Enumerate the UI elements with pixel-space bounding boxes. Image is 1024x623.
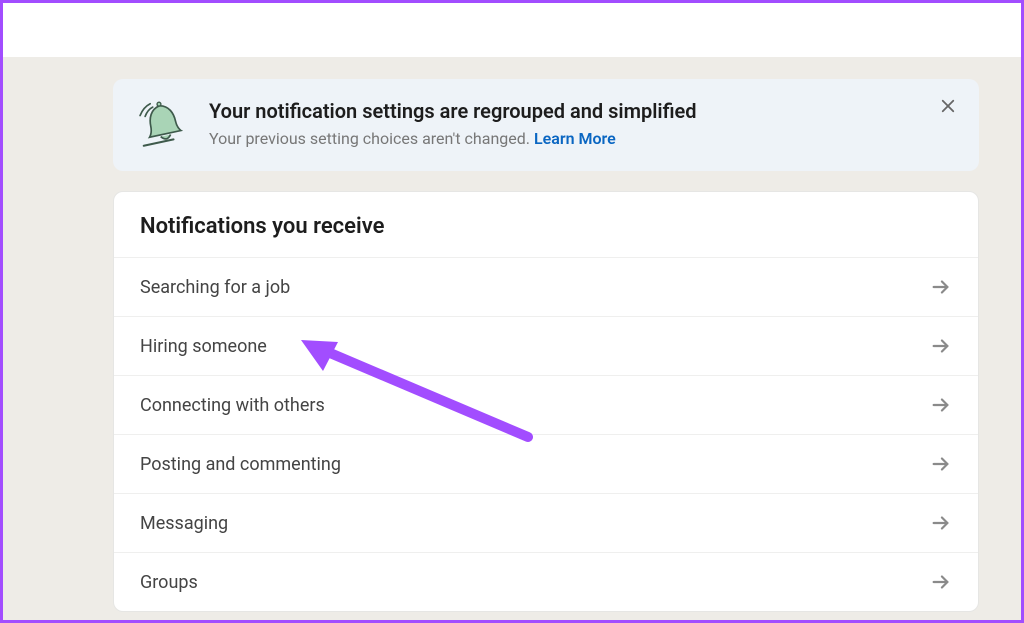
bell-icon	[135, 97, 189, 151]
row-hiring-someone[interactable]: Hiring someone	[114, 316, 978, 375]
row-connecting-with-others[interactable]: Connecting with others	[114, 375, 978, 434]
notifications-card: Notifications you receive Searching for …	[113, 191, 979, 612]
arrow-right-icon	[930, 453, 952, 475]
arrow-right-icon	[930, 571, 952, 593]
row-label: Hiring someone	[140, 336, 267, 357]
arrow-right-icon	[930, 512, 952, 534]
banner-subtext-line: Your previous setting choices aren't cha…	[209, 129, 957, 148]
row-label: Searching for a job	[140, 277, 290, 298]
arrow-right-icon	[930, 276, 952, 298]
row-label: Messaging	[140, 513, 228, 534]
row-searching-for-a-job[interactable]: Searching for a job	[114, 257, 978, 316]
content-area: Your notification settings are regrouped…	[3, 57, 1021, 620]
banner-subtext: Your previous setting choices aren't cha…	[209, 129, 534, 148]
banner-text: Your notification settings are regrouped…	[209, 97, 957, 148]
row-groups[interactable]: Groups	[114, 552, 978, 611]
close-banner-button[interactable]	[935, 93, 961, 119]
learn-more-link[interactable]: Learn More	[534, 129, 616, 148]
page-root: Your notification settings are regrouped…	[3, 3, 1021, 620]
close-icon	[939, 97, 957, 115]
arrow-right-icon	[930, 394, 952, 416]
row-label: Connecting with others	[140, 395, 325, 416]
banner-title: Your notification settings are regrouped…	[209, 99, 957, 123]
info-banner: Your notification settings are regrouped…	[113, 79, 979, 171]
section-title: Notifications you receive	[114, 192, 978, 257]
row-messaging[interactable]: Messaging	[114, 493, 978, 552]
row-label: Posting and commenting	[140, 454, 341, 475]
top-whitespace	[3, 3, 1021, 57]
arrow-right-icon	[930, 335, 952, 357]
row-label: Groups	[140, 572, 198, 593]
row-posting-and-commenting[interactable]: Posting and commenting	[114, 434, 978, 493]
